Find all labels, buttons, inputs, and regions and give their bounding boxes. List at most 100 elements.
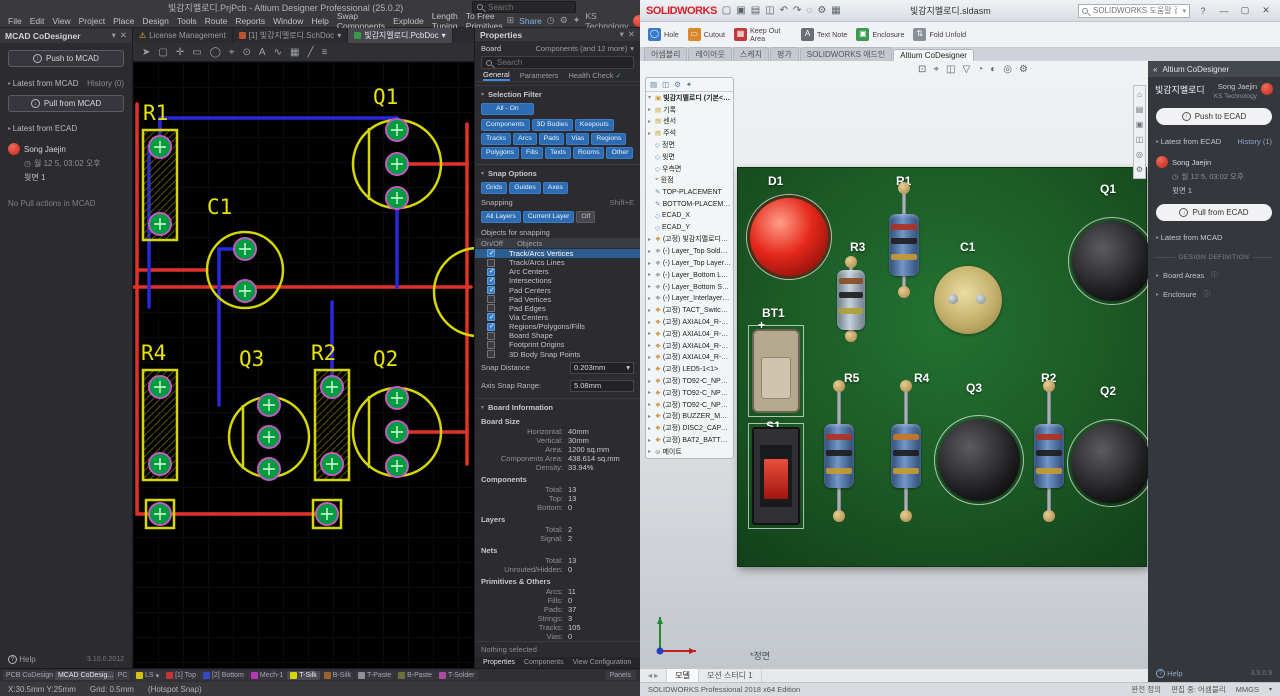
chevron-down-icon[interactable]: ▾ — [1182, 7, 1186, 15]
filter-tracks[interactable]: Tracks — [481, 133, 511, 145]
filter-3d-bodies[interactable]: 3D Bodies — [532, 119, 573, 131]
checkbox[interactable] — [487, 304, 495, 312]
sparkle-icon[interactable]: ✦ — [573, 15, 581, 26]
tree-item[interactable]: ▸❖(고정) BUZZER_MAGNETIC-1<1> — [646, 411, 733, 423]
resistor-r4-3d[interactable] — [891, 380, 921, 522]
panel-menu-icon[interactable]: ▾ — [112, 30, 116, 41]
snap-object-row[interactable]: Pad Centers — [475, 285, 640, 294]
tree-item[interactable]: ◇우측면 — [646, 163, 733, 175]
collapse-icon[interactable]: « — [1153, 65, 1157, 74]
checkbox[interactable] — [487, 249, 495, 257]
graphics-viewport[interactable]: ⊡ ⌖ ◫ ▽ ◔ ◐ ◎ ⚙ ▤ ◫ ⚙ ✦ ▾▣빛감지멜로디 (기본<표시 … — [640, 61, 1148, 668]
tab-model[interactable]: 모델 — [667, 669, 699, 682]
filter-pads[interactable]: Pads — [539, 133, 565, 145]
section-snap-options[interactable]: ▾ Snap Options — [475, 164, 640, 180]
share-button[interactable]: Share — [519, 16, 542, 26]
transistor-q1-3d[interactable] — [1072, 221, 1148, 301]
gear-icon[interactable]: ⚙ — [560, 15, 568, 26]
dimxpert-tab-icon[interactable]: ✦ — [686, 80, 692, 89]
user-avatar[interactable] — [1261, 83, 1273, 95]
via-tool-icon[interactable]: ⊙ — [243, 47, 251, 58]
tab-dropdown-icon[interactable]: ▾ — [442, 31, 446, 40]
chevron-down-icon[interactable]: ▾ — [626, 363, 630, 372]
tree-item[interactable]: ▸❖(고정) TO92-C_NPN-1<3> — [646, 399, 733, 411]
filter-keepouts[interactable]: Keepouts — [575, 119, 614, 131]
view-palette-icon[interactable]: ◫ — [1136, 135, 1144, 144]
snap-object-row[interactable]: Pad Vertices — [475, 295, 640, 304]
section-selection-filter[interactable]: ▾ Selection Filter — [475, 85, 640, 101]
help-link[interactable]: Help — [19, 655, 35, 664]
zoom-fit-icon[interactable]: ⊡ — [918, 64, 926, 75]
minimize-button[interactable]: — — [1216, 6, 1232, 16]
view-orientation-icon[interactable]: ▽ — [962, 64, 970, 75]
resistor-r5-3d[interactable] — [824, 380, 854, 522]
layer-tab-bpaste[interactable]: B-Paste — [395, 671, 435, 680]
tab-license-management[interactable]: ⚠ License Management — [133, 28, 233, 43]
help-search[interactable]: ▾ — [1078, 4, 1190, 18]
tab-evaluate[interactable]: 평가 — [770, 47, 799, 61]
resistor-r2-3d[interactable] — [1034, 380, 1064, 522]
tab-sketch[interactable]: 스케치 — [733, 47, 769, 61]
menu-explode[interactable]: Explode — [389, 16, 428, 26]
tree-item[interactable]: ▸❖(-) Layer_Top Layer_빛감지멜로디 — [646, 257, 733, 269]
tree-item[interactable]: ▸❖(고정) LED5-1<1> — [646, 363, 733, 375]
latest-from-ecad-row[interactable]: ▸ Latest from ECAD — [0, 124, 132, 133]
tree-item[interactable]: ▸❖(고정) AXIAL04_R-S-1<2> — [646, 328, 733, 340]
pcb-3d-model[interactable]: D1 R1 Q1 R3 C1 BT1 + R5 R4 Q3 R2 Q2 S1 — [737, 167, 1147, 567]
units-selector[interactable]: MMGS — [1236, 685, 1259, 694]
maximize-button[interactable]: ▢ — [1237, 5, 1253, 16]
help-icon[interactable]: ? — [1195, 6, 1211, 16]
tree-item[interactable]: ✎TOP-PLACEMENT — [646, 186, 733, 198]
rect-tool-icon[interactable]: ▭ — [192, 47, 201, 58]
help-link[interactable]: Help — [1167, 669, 1182, 678]
filter-fills[interactable]: Fills — [521, 147, 543, 159]
tree-item[interactable]: ▸❖(-) Layer_Bottom Layer_빛감지멜로디 — [646, 269, 733, 281]
redo-icon[interactable]: ↷ — [793, 5, 801, 16]
tree-item[interactable]: ▸⊚메이트 — [646, 446, 733, 458]
cmd-keep-out-area[interactable]: ▦Keep Out Area — [734, 27, 792, 42]
pull-from-ecad-button[interactable]: ↓ Pull from ECAD — [1156, 204, 1272, 221]
filter-regions[interactable]: Regions — [591, 133, 626, 145]
snap-axes[interactable]: Axes — [543, 182, 568, 194]
snap-object-row[interactable]: 3D Body Snap Points — [475, 349, 640, 358]
layer-tab-bottom[interactable]: [2] Bottom — [200, 671, 247, 680]
rebuild-icon[interactable]: ◌ — [806, 5, 812, 16]
tree-item[interactable]: ▸❖(고정) BAT2_BATTERY-1<1> — [646, 434, 733, 446]
snap-distance-field[interactable]: 0.203mm ▾ — [570, 362, 634, 374]
tree-item[interactable]: ◇윗면 — [646, 151, 733, 163]
filter-polygons[interactable]: Polygons — [481, 147, 519, 159]
menu-route[interactable]: Route — [201, 16, 232, 26]
push-to-ecad-button[interactable]: ↑ Push to ECAD — [1156, 108, 1272, 125]
origin-tool-icon[interactable]: ⌖ — [229, 47, 235, 58]
checkbox[interactable] — [487, 350, 495, 358]
tab-components[interactable]: Components — [524, 659, 564, 666]
checkbox[interactable] — [487, 323, 495, 331]
tab-mcad-codesigner[interactable]: MCAD CoDesig... — [55, 671, 114, 680]
appearances-icon[interactable]: ◎ — [1136, 150, 1143, 159]
checkbox[interactable] — [487, 295, 495, 303]
section-view-icon[interactable]: ◫ — [946, 64, 955, 75]
filter-other[interactable]: Other — [606, 147, 633, 159]
tree-item[interactable]: ▸❖(고정) AXIAL04_R-S-1<3> — [646, 340, 733, 352]
checkbox[interactable] — [487, 259, 495, 267]
checkbox[interactable] — [487, 341, 495, 349]
menu-project[interactable]: Project — [75, 16, 109, 26]
filter-all-on[interactable]: All - On — [481, 103, 534, 115]
snap-object-row[interactable]: Board Shape — [475, 331, 640, 340]
tab-view-configuration[interactable]: View Configuration — [573, 659, 632, 666]
layers-tool-icon[interactable]: ≡ — [321, 47, 327, 58]
panel-close-icon[interactable]: ✕ — [628, 29, 635, 40]
push-to-mcad-button[interactable]: ↑ Push to MCAD — [8, 50, 124, 67]
tree-item[interactable]: ▸❖(고정) TO92-C_NPN-1<1> — [646, 375, 733, 387]
latest-from-ecad-row[interactable]: ▸ Latest from ECAD History (1) — [1148, 137, 1280, 146]
tab-addins[interactable]: SOLIDWORKS 애드인 — [800, 47, 893, 61]
tree-tab-icon[interactable]: ▤ — [650, 80, 657, 89]
new-file-icon[interactable]: ▢ — [722, 5, 731, 16]
lasso-select-icon[interactable]: ▢ — [158, 47, 167, 58]
menu-view[interactable]: View — [48, 16, 74, 26]
cursor-tool-icon[interactable]: ➤ — [142, 47, 150, 58]
menu-window[interactable]: Window — [269, 16, 307, 26]
tab-parameters[interactable]: Parameters — [520, 71, 559, 80]
hide-show-icon[interactable]: ◐ — [990, 64, 996, 75]
info-icon[interactable]: ⓘ — [1211, 270, 1218, 280]
